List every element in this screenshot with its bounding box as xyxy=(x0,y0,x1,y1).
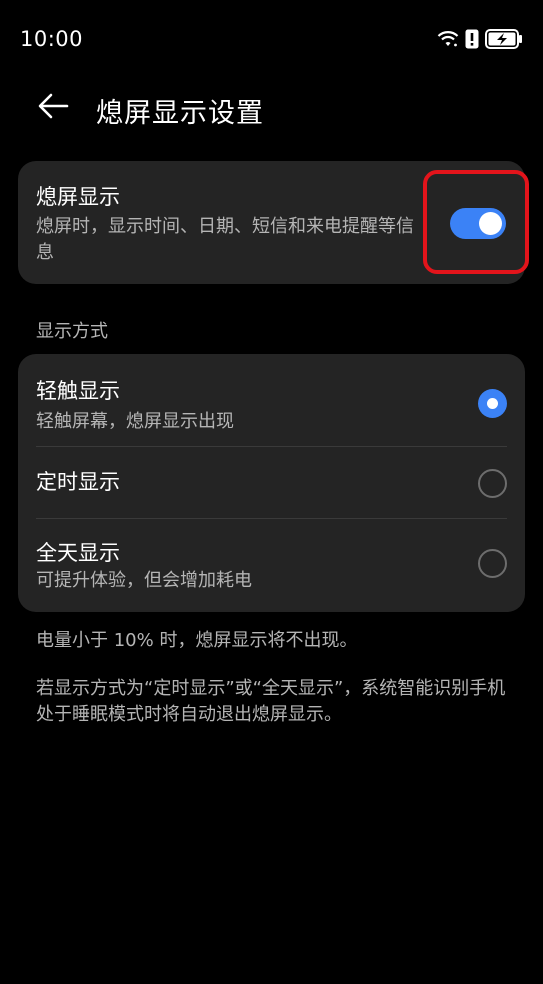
status-bar: 10:00 xyxy=(0,0,543,80)
option-always-on-display[interactable]: 全天显示 可提升体验，但会增加耗电 xyxy=(18,354,525,612)
option-title: 全天显示 xyxy=(36,541,120,565)
battery-charging-icon xyxy=(485,29,523,49)
aod-title: 熄屏显示 xyxy=(36,185,120,209)
back-button[interactable] xyxy=(30,90,76,126)
alert-icon xyxy=(465,29,479,49)
header: 熄屏显示设置 xyxy=(0,80,543,138)
sleep-mode-note: 若显示方式为“定时显示”或“全天显示”，系统智能识别手机处于睡眠模式时将自动退出… xyxy=(36,678,506,725)
status-time: 10:00 xyxy=(20,27,84,51)
radio-always-on-display[interactable] xyxy=(478,549,507,578)
aod-subtitle: 熄屏时，显示时间、日期、短信和来电提醒等信息 xyxy=(36,216,414,263)
wifi-icon xyxy=(437,30,459,48)
screen: 10:00 熄屏显示设置 熄屏显示 熄屏时，显示时间、日期、短信和来电提醒等信息… xyxy=(0,0,543,984)
display-mode-card: 轻触显示 轻触屏幕，熄屏显示出现 定时显示 全天显示 可提升体验，但会增加耗电 xyxy=(18,354,525,612)
back-arrow-icon xyxy=(37,92,69,124)
highlight-annotation xyxy=(423,170,529,274)
aod-toggle-card[interactable]: 熄屏显示 熄屏时，显示时间、日期、短信和来电提醒等信息 xyxy=(18,161,529,284)
option-subtitle: 可提升体验，但会增加耗电 xyxy=(36,570,252,591)
page-title: 熄屏显示设置 xyxy=(96,98,264,129)
battery-note: 电量小于 10% 时，熄屏显示将不出现。 xyxy=(36,630,358,651)
section-label: 显示方式 xyxy=(36,321,108,342)
status-icons xyxy=(437,29,523,49)
